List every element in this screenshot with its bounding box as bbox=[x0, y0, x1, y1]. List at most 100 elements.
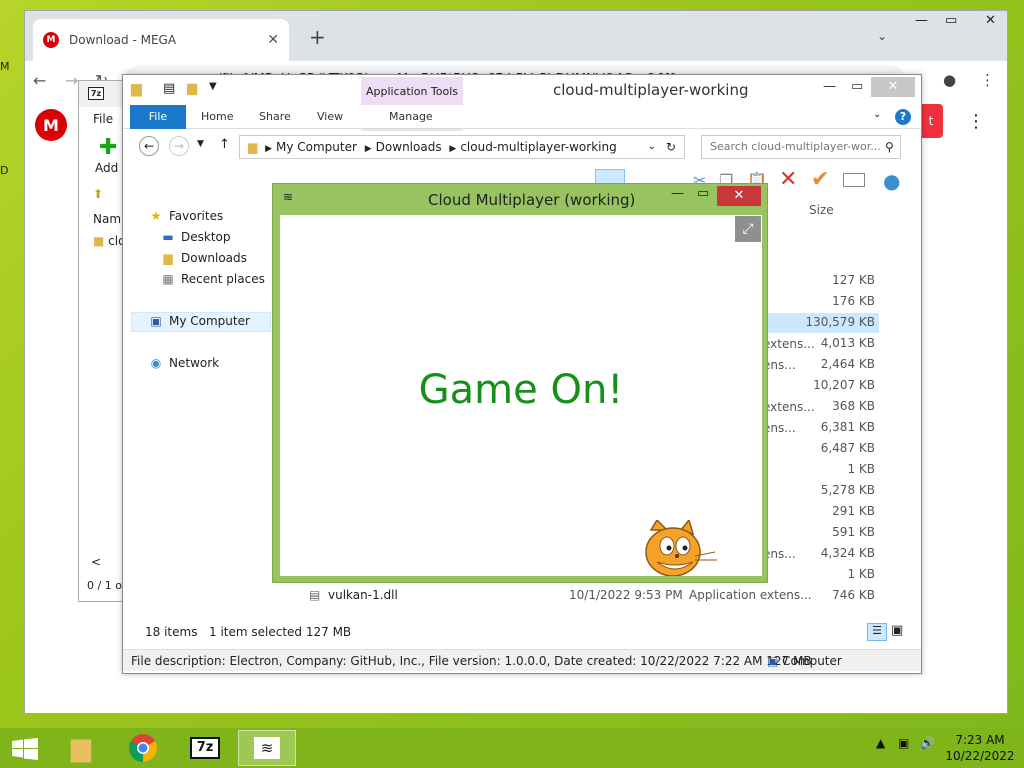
breadcrumb[interactable]: ▆ ▶ My Computer ▶ Downloads ▶ cloud-multipl… bbox=[239, 135, 685, 159]
dll-file-icon: ▤ bbox=[309, 588, 321, 602]
forward-arrow-icon[interactable]: → bbox=[65, 71, 78, 90]
explorer-title: cloud-multiplayer-working bbox=[553, 81, 749, 99]
profile-avatar-icon[interactable]: ● bbox=[943, 71, 956, 89]
back-arrow-icon[interactable]: ← bbox=[33, 71, 46, 90]
game-title: Cloud Multiplayer (working) bbox=[428, 191, 636, 209]
network-tray-icon[interactable]: ▣ bbox=[898, 736, 909, 750]
minimize-icon[interactable]: — bbox=[915, 13, 928, 28]
search-icon[interactable]: ⚲ bbox=[885, 140, 894, 154]
clock-date: 10/22/2022 bbox=[945, 749, 1015, 763]
taskbar-cloud-multiplayer[interactable]: ≋ bbox=[238, 730, 296, 766]
windows-start-icon[interactable] bbox=[12, 738, 38, 760]
file-explorer-icon: ▆ bbox=[71, 733, 91, 763]
volume-icon[interactable]: 🔊 bbox=[920, 736, 935, 750]
mega-red-button[interactable]: t bbox=[919, 104, 943, 138]
nav-desktop[interactable]: ▬ Desktop bbox=[161, 230, 230, 244]
add-plus-icon[interactable]: ✚ bbox=[99, 135, 117, 160]
sevenzip-menu-file[interactable]: File bbox=[93, 112, 113, 126]
column-name-header[interactable]: Nam bbox=[93, 212, 121, 226]
file-date-cell: 10/1/2022 9:53 PM bbox=[569, 588, 683, 602]
forward-icon[interactable]: → bbox=[169, 136, 189, 156]
details-bar: File description: Electron, Company: Git… bbox=[123, 649, 921, 671]
refresh-icon[interactable]: ↻ bbox=[666, 136, 676, 158]
tab-share[interactable]: Share bbox=[245, 105, 305, 129]
quick-access-icon[interactable]: ▤ bbox=[163, 81, 175, 96]
tab-close-icon[interactable]: ✕ bbox=[267, 32, 279, 48]
large-icons-view-icon[interactable]: ▣ bbox=[891, 623, 903, 638]
tab-home[interactable]: Home bbox=[187, 105, 247, 129]
tab-file[interactable]: File bbox=[130, 105, 186, 129]
breadcrumb-downloads[interactable]: Downloads bbox=[376, 140, 442, 154]
maximize-icon[interactable]: ▭ bbox=[851, 79, 863, 94]
taskbar-file-explorer[interactable]: ▆ bbox=[52, 730, 110, 766]
maximize-icon[interactable]: ▭ bbox=[945, 13, 957, 28]
tab-view[interactable]: View bbox=[303, 105, 357, 129]
file-size-cell: 10,207 KB bbox=[813, 378, 875, 392]
back-icon[interactable]: ← bbox=[139, 136, 159, 156]
mega-logo[interactable]: M bbox=[35, 109, 67, 141]
file-size-cell: 4,013 KB bbox=[820, 336, 875, 350]
taskbar-chrome[interactable] bbox=[114, 730, 172, 766]
app-tools-label: Application Tools bbox=[365, 85, 459, 98]
file-description: File description: Electron, Company: Git… bbox=[131, 654, 812, 668]
desktop-icon: ▬ bbox=[162, 230, 174, 244]
nav-my-computer[interactable]: ▣ My Computer bbox=[149, 314, 250, 328]
close-icon[interactable]: ✕ bbox=[717, 186, 761, 206]
address-dropdown-icon[interactable]: ⌄ bbox=[648, 136, 656, 158]
computer-icon: ▣ bbox=[767, 654, 779, 668]
file-type-cell: Application extens... bbox=[689, 588, 812, 602]
file-size-cell: 6,381 KB bbox=[820, 420, 875, 434]
game-stage[interactable]: ⤢ Game On! bbox=[280, 215, 762, 576]
up-folder-icon[interactable]: ⬆ bbox=[93, 187, 103, 201]
new-folder-icon[interactable]: ▆ bbox=[187, 81, 197, 96]
column-size-header[interactable]: Size bbox=[809, 203, 834, 217]
tab-search-chevron-icon[interactable]: ⌄ bbox=[877, 29, 887, 43]
maximize-icon[interactable]: ▭ bbox=[697, 186, 709, 201]
scratch-cat-icon bbox=[645, 520, 717, 576]
chrome-menu-icon[interactable]: ⋮ bbox=[980, 71, 995, 89]
customize-dropdown-icon[interactable]: ▼ bbox=[209, 81, 217, 92]
recent-locations-icon[interactable]: ▼ bbox=[197, 139, 204, 149]
show-hidden-icons-icon[interactable]: ▲ bbox=[876, 736, 885, 750]
search-input[interactable]: Search cloud-multiplayer-wor... bbox=[701, 135, 901, 159]
taskbar-7zip[interactable]: 7z bbox=[176, 730, 234, 766]
chrome-tab-mega[interactable]: M Download - MEGA ✕ bbox=[33, 19, 289, 61]
address-row: ← → ▼ ↑ ▆ ▶ My Computer ▶ Downloads ▶ cloud… bbox=[123, 129, 921, 163]
tab-manage[interactable]: Manage bbox=[375, 105, 447, 129]
file-size-cell: 746 KB bbox=[832, 588, 875, 602]
close-icon[interactable]: ✕ bbox=[871, 77, 915, 97]
scroll-left-icon[interactable]: < bbox=[91, 555, 101, 569]
new-tab-icon[interactable]: + bbox=[309, 25, 326, 49]
rename-icon[interactable] bbox=[843, 173, 865, 187]
globe-icon[interactable]: ● bbox=[883, 169, 900, 193]
minimize-icon[interactable]: — bbox=[671, 186, 684, 201]
nav-downloads[interactable]: ▆ Downloads bbox=[161, 251, 247, 265]
help-icon[interactable]: ? bbox=[895, 109, 911, 125]
close-icon[interactable]: ✕ bbox=[985, 13, 996, 28]
recent-places-icon: ▦ bbox=[162, 272, 174, 286]
minimize-icon[interactable]: — bbox=[823, 79, 836, 94]
add-button-label[interactable]: Add bbox=[95, 161, 118, 175]
breadcrumb-folder[interactable]: cloud-multiplayer-working bbox=[460, 140, 616, 154]
up-icon[interactable]: ↑ bbox=[219, 137, 230, 152]
fullscreen-icon[interactable]: ⤢ bbox=[735, 216, 761, 242]
item-count: 18 items bbox=[145, 625, 198, 639]
nav-recent-places[interactable]: ▦ Recent places bbox=[161, 272, 265, 286]
game-window: ≋ Cloud Multiplayer (working) — ▭ ✕ ⤢ Ga… bbox=[272, 183, 768, 583]
network-icon: ◉ bbox=[150, 356, 162, 370]
breadcrumb-my-computer[interactable]: My Computer bbox=[276, 140, 357, 154]
delete-icon[interactable]: ✕ bbox=[779, 167, 797, 192]
file-size-cell: 130,579 KB bbox=[805, 315, 875, 329]
check-icon[interactable]: ✔ bbox=[811, 167, 829, 192]
computer-icon: ▣ bbox=[150, 314, 162, 328]
sevenzip-status: 0 / 1 o bbox=[87, 579, 122, 592]
downloads-icon: ▆ bbox=[163, 251, 173, 265]
archive-item[interactable]: ■ clo bbox=[93, 234, 125, 248]
explorer-title-bar: ▆ ▤ ▆ ▼ Application Tools cloud-multipla… bbox=[123, 75, 921, 131]
clock[interactable]: 7:23 AM 10/22/2022 bbox=[944, 732, 1016, 764]
nav-network[interactable]: ◉ Network bbox=[149, 356, 219, 370]
ribbon-expand-icon[interactable]: ⌄ bbox=[873, 109, 881, 120]
page-menu-icon[interactable]: ⋮ bbox=[967, 111, 985, 132]
nav-favorites[interactable]: ★ Favorites bbox=[149, 209, 224, 223]
details-view-icon[interactable]: ☰ bbox=[867, 623, 887, 641]
